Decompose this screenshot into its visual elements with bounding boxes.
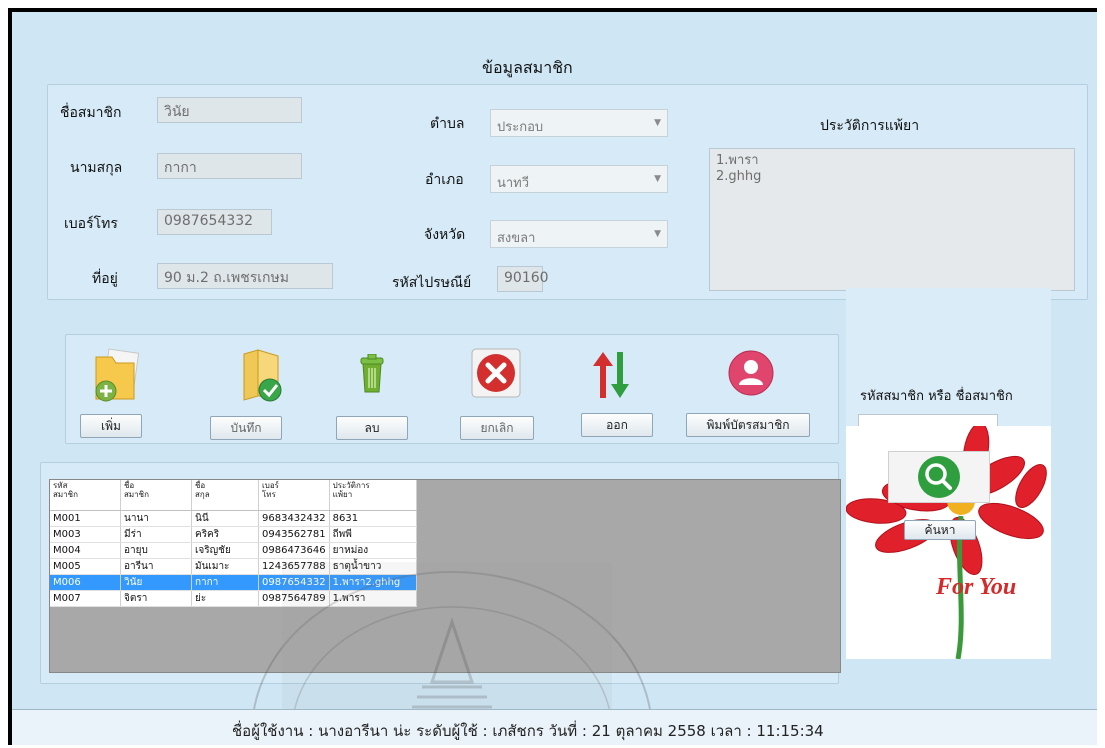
column-header[interactable]: ประวัติการ แพ้ยา <box>329 480 417 511</box>
table-cell[interactable]: M004 <box>50 542 121 559</box>
subdistrict-select[interactable]: ประกอบ ▼ <box>490 109 668 137</box>
header-text: ชื่อ สกุล <box>195 481 210 499</box>
table-row[interactable]: M005 อารีนา มันเมาะ 1243657788 ธาตุน้ำขาว <box>50 558 417 575</box>
add-button[interactable]: เพิ่ม <box>80 414 142 438</box>
member-grid[interactable]: รหัส สมาชิก ชื่อ สมาชิก ชื่อ สกุล เบอร์ โทร … <box>49 479 841 673</box>
header-text: เบอร์ โทร <box>262 481 279 499</box>
chevron-down-icon: ▼ <box>654 229 661 239</box>
province-value: สงขลา <box>497 231 536 246</box>
form-title: ข้อมูลสมาชิก <box>482 58 573 77</box>
table-cell[interactable]: 0943562781 <box>258 526 330 543</box>
table-body: M001 นานา นินี 9683432432 8631 M003 มีร่า คริคร… <box>50 510 417 607</box>
cancel-x-icon[interactable] <box>470 347 522 399</box>
table-cell[interactable]: อายุบ <box>120 542 192 559</box>
table-cell[interactable]: นินี <box>191 510 259 527</box>
table-cell[interactable]: 0987564789 <box>258 590 330 607</box>
table-cell[interactable]: มีร่า <box>120 526 192 543</box>
table-cell[interactable]: นานา <box>120 510 192 527</box>
name-label: ชื่อสมาชิก <box>60 105 122 121</box>
table-cell[interactable]: อารีนา <box>120 558 192 575</box>
table-cell[interactable]: 1.พารา2.ghhg <box>329 574 417 591</box>
column-header[interactable]: ชื่อ สกุล <box>191 480 259 511</box>
allergy-line: 2.ghhg <box>716 169 762 184</box>
allergy-textarea[interactable]: 1.พารา 2.ghhg <box>709 148 1075 291</box>
delete-button[interactable]: ลบ <box>336 416 408 440</box>
header-text: ชื่อ สมาชิก <box>124 481 149 499</box>
phone-label: เบอร์โทร <box>64 216 118 232</box>
chevron-down-icon: ▼ <box>654 118 661 128</box>
member-form: ข้อมูลสมาชิก ชื่อสมาชิก วินัย นามสกุล กา… <box>12 12 1097 745</box>
search-label: รหัสสมาชิก หรือ ชื่อสมาชิก <box>860 389 1013 404</box>
search-button[interactable]: ค้นหา <box>904 520 976 540</box>
province-label: จังหวัด <box>424 227 466 243</box>
table-cell[interactable]: M005 <box>50 558 121 575</box>
table-cell[interactable]: ธาตุน้ำขาว <box>329 558 417 575</box>
table-cell[interactable]: M006 <box>50 574 121 591</box>
phone-field[interactable]: 0987654332 <box>157 209 272 235</box>
allergy-line: 1.พารา <box>716 153 759 168</box>
table-cell[interactable]: 1243657788 <box>258 558 330 575</box>
table-row[interactable]: M006 วินัย กากา 0987654332 1.พารา2.ghhg <box>50 574 417 591</box>
surname-field[interactable]: กากา <box>157 153 302 179</box>
for-you-text: For You <box>935 574 1016 600</box>
table-cell[interactable]: 0986473646 <box>258 542 330 559</box>
table-cell[interactable]: 1.พารา <box>329 590 417 607</box>
save-folder-icon[interactable] <box>240 346 286 404</box>
district-value: นาทวี <box>497 176 530 191</box>
table-cell[interactable]: 0987654332 <box>258 574 330 591</box>
table-cell[interactable]: M001 <box>50 510 121 527</box>
chevron-down-icon: ▼ <box>654 174 661 184</box>
table-cell[interactable]: กากา <box>191 574 259 591</box>
table-cell[interactable]: เจริญชัย <box>191 542 259 559</box>
table-cell[interactable]: M003 <box>50 526 121 543</box>
surname-label: นามสกุล <box>70 160 123 176</box>
app-window: ข้อมูลสมาชิก ชื่อสมาชิก วินัย นามสกุล กา… <box>8 8 1097 745</box>
status-bar: ชื่อผู้ใช้งาน : นางอารีนา น่ะ ระดับผู้ใช… <box>12 709 1097 745</box>
header-text: รหัส สมาชิก <box>53 481 78 499</box>
exit-button[interactable]: ออก <box>581 413 653 437</box>
cancel-button[interactable]: ยกเลิก <box>460 416 534 440</box>
magnifier-icon[interactable] <box>916 454 962 500</box>
table-row[interactable]: M001 นานา นินี 9683432432 8631 <box>50 510 417 527</box>
status-text: ชื่อผู้ใช้งาน : นางอารีนา น่ะ ระดับผู้ใช… <box>232 722 824 740</box>
table-cell[interactable]: วินัย <box>120 574 192 591</box>
header-text: ประวัติการ แพ้ยา <box>332 481 370 499</box>
column-header[interactable]: ชื่อ สมาชิก <box>120 480 192 511</box>
postcode-label: รหัสไปรษณีย์ <box>392 275 472 291</box>
table-cell[interactable]: คริคริ <box>191 526 259 543</box>
table-row[interactable]: M003 มีร่า คริคริ 0943562781 ถีพพี <box>50 526 417 543</box>
district-label: อำเภอ <box>425 172 464 188</box>
column-header[interactable]: รหัส สมาชิก <box>50 480 121 511</box>
subdistrict-value: ประกอบ <box>497 120 544 135</box>
table-cell[interactable]: จิตรา <box>120 590 192 607</box>
save-button[interactable]: บันทึก <box>210 416 282 440</box>
user-card-icon[interactable] <box>727 349 775 397</box>
table-cell[interactable]: 9683432432 <box>258 510 330 527</box>
address-field[interactable]: 90 ม.2 ถ.เพชรเกษม <box>157 263 333 289</box>
table-cell[interactable]: 8631 <box>329 510 417 527</box>
add-folder-icon[interactable] <box>92 347 142 405</box>
table-row[interactable]: M004 อายุบ เจริญชัย 0986473646 ยาหม่อง <box>50 542 417 559</box>
table-cell[interactable]: ย่ะ <box>191 590 259 607</box>
table-cell[interactable]: มันเมาะ <box>191 558 259 575</box>
allergy-label: ประวัติการแพ้ยา <box>820 118 920 134</box>
table-header-row: รหัส สมาชิก ชื่อ สมาชิก ชื่อ สกุล เบอร์ โทร … <box>50 480 417 511</box>
table-cell[interactable]: ยาหม่อง <box>329 542 417 559</box>
province-select[interactable]: สงขลา ▼ <box>490 220 668 248</box>
table-cell[interactable]: M007 <box>50 590 121 607</box>
table-cell[interactable]: ถีพพี <box>329 526 417 543</box>
postcode-field[interactable]: 90160 <box>497 266 549 292</box>
subdistrict-label: ตำบล <box>430 116 465 132</box>
name-field[interactable]: วินัย <box>157 97 302 123</box>
search-panel: รหัสสมาชิก หรือ ชื่อสมาชิก For You ค้นหา <box>846 288 1051 659</box>
print-card-button[interactable]: พิมพ์บัตรสมาชิก <box>686 413 810 437</box>
address-label: ที่อยู่ <box>92 271 118 287</box>
column-header[interactable]: เบอร์ โทร <box>258 480 330 511</box>
district-select[interactable]: นาทวี ▼ <box>490 165 668 193</box>
trash-icon[interactable] <box>359 354 385 394</box>
table-row[interactable]: M007 จิตรา ย่ะ 0987564789 1.พารา <box>50 590 417 607</box>
member-table: รหัส สมาชิก ชื่อ สมาชิก ชื่อ สกุล เบอร์ โทร … <box>50 480 417 607</box>
up-down-arrows-icon[interactable] <box>591 350 629 400</box>
